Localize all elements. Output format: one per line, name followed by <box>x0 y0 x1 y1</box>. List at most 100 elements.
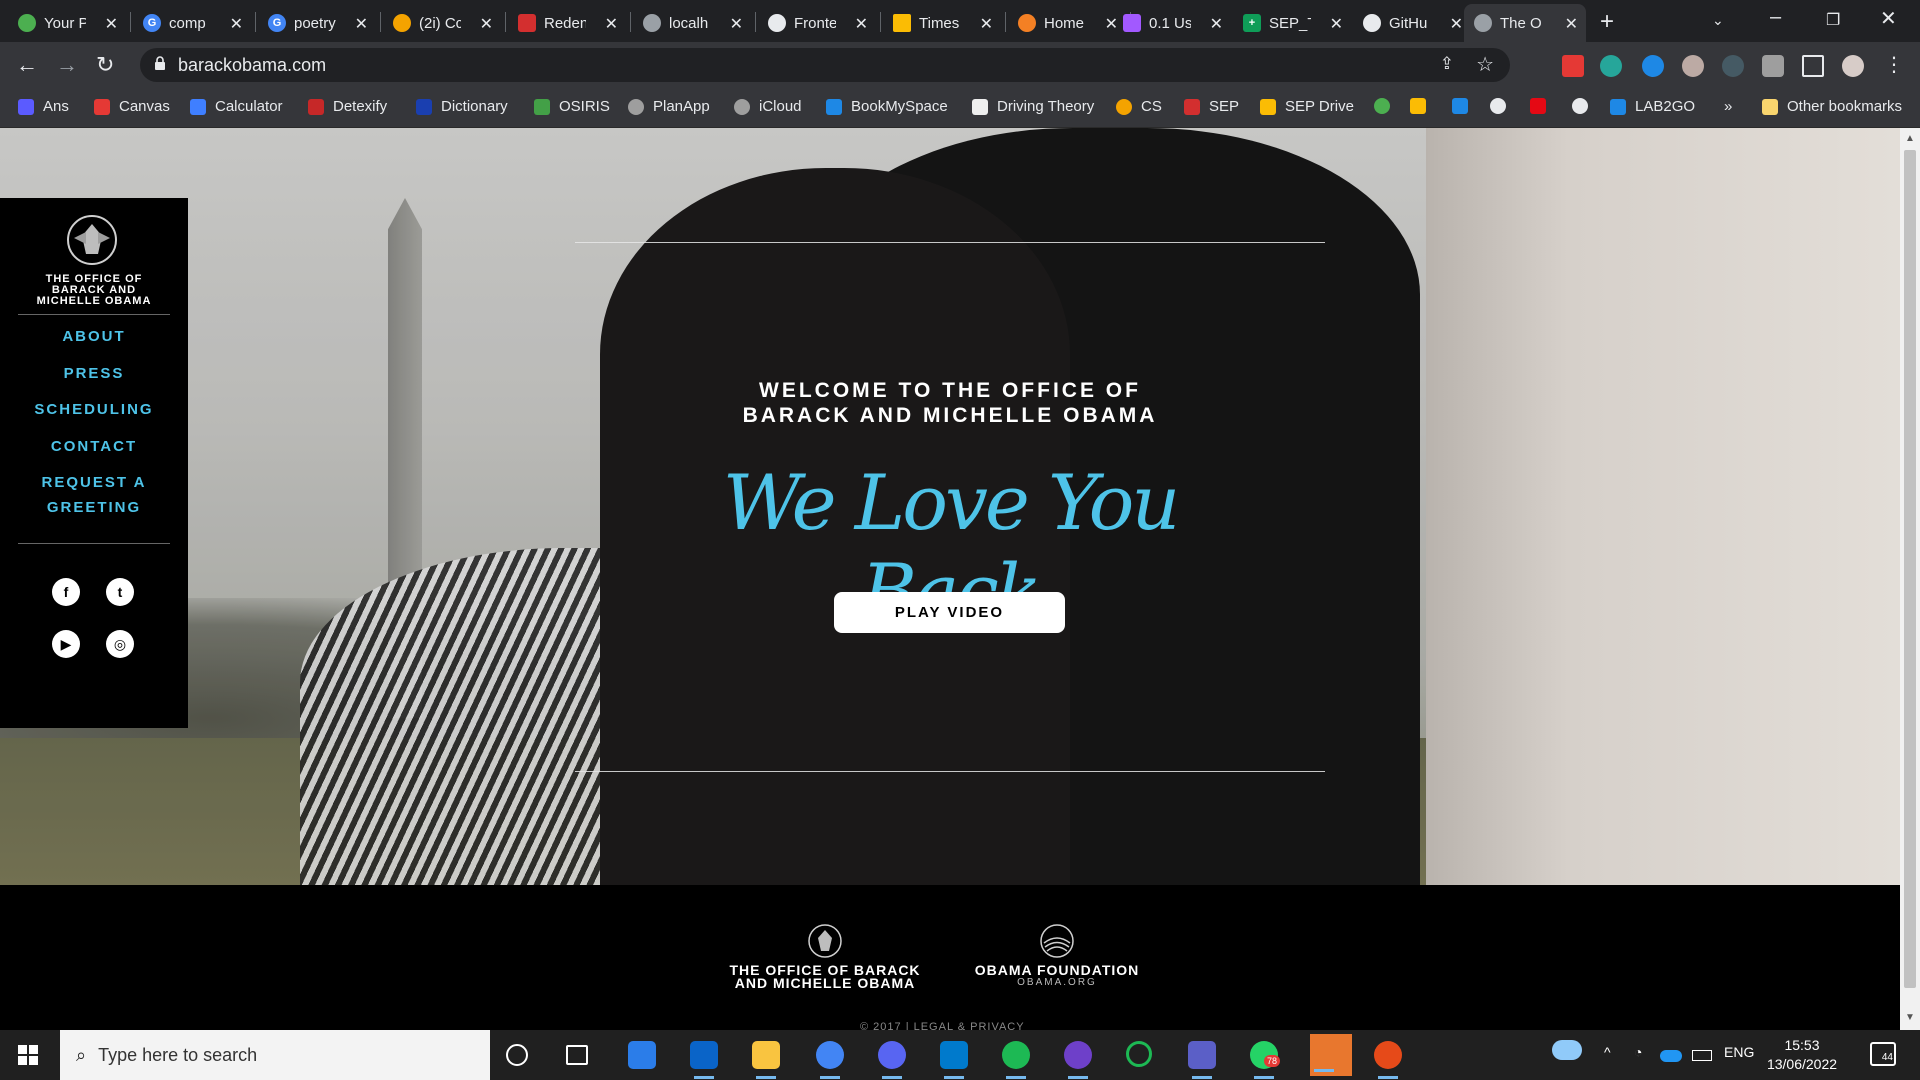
side-panel-icon[interactable] <box>1802 55 1824 77</box>
extension-tp-icon[interactable] <box>1562 55 1584 77</box>
tab-9[interactable]: Home ✕ <box>1008 4 1126 42</box>
tab-search-icon[interactable]: ⌄ <box>1712 12 1724 29</box>
bookmark-cs[interactable]: CS <box>1116 98 1162 115</box>
close-icon[interactable]: ✕ <box>1330 14 1343 34</box>
bookmark-driving-theory[interactable]: Driving Theory <box>972 98 1094 115</box>
tray-expand-icon[interactable]: ^ <box>1604 1044 1611 1060</box>
file-explorer-icon[interactable] <box>752 1041 780 1079</box>
bookmark-overflow[interactable]: » <box>1724 98 1732 115</box>
react-devtools-icon[interactable] <box>1722 55 1744 77</box>
minimize-icon[interactable]: – <box>1770 6 1781 29</box>
close-icon[interactable]: ✕ <box>1450 14 1463 34</box>
tab-10[interactable]: 0.1 Us ✕ <box>1113 4 1231 42</box>
bookmark-sep-drive[interactable]: SEP Drive <box>1260 98 1354 115</box>
nav-scheduling[interactable]: SCHEDULING <box>10 397 178 422</box>
bookmark-icon-only-1[interactable] <box>1374 98 1399 114</box>
copyright-links[interactable]: © 2017 | LEGAL & PRIVACY <box>860 1021 1025 1030</box>
spotify-icon[interactable] <box>1002 1041 1030 1079</box>
bookmark-star-icon[interactable]: ☆ <box>1476 52 1494 77</box>
tab-5[interactable]: Reden ✕ <box>508 4 626 42</box>
restore-icon[interactable]: ❐ <box>1826 10 1840 30</box>
youtube-icon[interactable]: ▶ <box>52 630 80 658</box>
scroll-down-icon[interactable]: ▼ <box>1905 1012 1915 1023</box>
address-bar[interactable]: barackobama.com ⇪ ☆ <box>140 48 1510 82</box>
nav-contact[interactable]: CONTACT <box>10 434 178 459</box>
bookmark-canvas[interactable]: Canvas <box>94 98 170 115</box>
language-indicator[interactable]: ENG <box>1724 1044 1754 1060</box>
reload-icon[interactable]: ↻ <box>96 52 114 78</box>
play-video-button[interactable]: PLAY VIDEO <box>834 592 1065 633</box>
scrollbar-thumb[interactable] <box>1904 150 1916 988</box>
extension-teal-icon[interactable] <box>1600 55 1622 77</box>
bookmark-dictionary[interactable]: Dictionary <box>416 98 508 115</box>
close-icon[interactable]: ✕ <box>855 14 868 34</box>
nav-press[interactable]: PRESS <box>10 361 178 386</box>
footer-office-logo[interactable]: THE OFFICE OF BARACK AND MICHELLE OBAMA <box>720 923 930 990</box>
extension-de-icon[interactable] <box>1642 55 1664 77</box>
presidential-seal-icon[interactable] <box>66 214 118 266</box>
tab-8[interactable]: Times ✕ <box>883 4 1001 42</box>
cloud-icon[interactable] <box>1660 1050 1682 1062</box>
bookmark-ans[interactable]: Ans <box>18 98 69 115</box>
bookmark-planapp[interactable]: PlanApp <box>628 98 710 115</box>
office-name[interactable]: THE OFFICE OF BARACK AND MICHELLE OBAMA <box>20 274 168 307</box>
wifi-icon[interactable]: ◔ <box>1634 1044 1642 1060</box>
close-icon[interactable]: ✕ <box>480 14 493 34</box>
taskbar-search[interactable]: ⌕ Type here to search <box>60 1030 490 1080</box>
windows-start-icon[interactable] <box>18 1045 38 1065</box>
whatsapp-icon[interactable]: 78 <box>1250 1041 1281 1079</box>
bookmark-calculator[interactable]: Calculator <box>190 98 283 115</box>
tab-6[interactable]: localh ✕ <box>633 4 751 42</box>
footer-foundation-logo[interactable]: OBAMA FOUNDATION OBAMA.ORG <box>962 923 1152 988</box>
calendar-app-icon[interactable] <box>628 1041 656 1069</box>
nav-request-greeting[interactable]: REQUEST A GREETING <box>10 470 178 520</box>
tab-active[interactable]: The O ✕ <box>1464 4 1586 42</box>
bookmark-lab2go[interactable]: LAB2GO <box>1610 98 1695 115</box>
tab-12[interactable]: GitHu ✕ <box>1353 4 1471 42</box>
bookmark-icon-only-6[interactable] <box>1572 98 1597 114</box>
discord-icon[interactable] <box>878 1041 906 1079</box>
tab-2[interactable]: Gcomp ✕ <box>133 4 251 42</box>
close-icon[interactable]: ✕ <box>730 14 743 34</box>
task-view-icon[interactable] <box>566 1045 588 1065</box>
back-arrow-icon[interactable]: ← <box>16 52 38 78</box>
new-tab-button[interactable]: + <box>1600 8 1614 36</box>
bookmark-icon-only-3[interactable] <box>1452 98 1477 114</box>
vscode-icon[interactable] <box>940 1041 968 1079</box>
avatar[interactable] <box>1842 55 1864 77</box>
extension-owl-icon[interactable] <box>1682 55 1704 77</box>
scroll-up-icon[interactable]: ▲ <box>1905 133 1915 144</box>
close-icon[interactable]: ✕ <box>105 14 118 34</box>
close-icon[interactable]: ✕ <box>1565 14 1578 34</box>
chrome-icon[interactable] <box>816 1041 844 1079</box>
bookmark-detexify[interactable]: Detexify <box>308 98 387 115</box>
facebook-icon[interactable]: f <box>52 578 80 606</box>
close-icon[interactable]: ✕ <box>980 14 993 34</box>
teams-icon[interactable] <box>1188 1041 1216 1079</box>
extensions-puzzle-icon[interactable] <box>1762 55 1784 77</box>
outlook-icon[interactable] <box>690 1041 718 1079</box>
close-icon[interactable]: ✕ <box>605 14 618 34</box>
menu-kebab-icon[interactable]: ⋮ <box>1884 52 1904 77</box>
close-icon[interactable]: ✕ <box>355 14 368 34</box>
postman-icon[interactable] <box>1374 1041 1402 1079</box>
bookmark-sep[interactable]: SEP <box>1184 98 1239 115</box>
loading-app-icon[interactable] <box>1126 1041 1152 1067</box>
tab-4[interactable]: (2i) Cc ✕ <box>383 4 501 42</box>
tab-7[interactable]: Fronte ✕ <box>758 4 876 42</box>
close-icon[interactable]: ✕ <box>230 14 243 34</box>
bookmark-icon-only-2[interactable] <box>1410 98 1435 114</box>
notification-center-icon[interactable]: 44 <box>1870 1042 1896 1066</box>
page-scrollbar[interactable]: ▲ ▼ <box>1900 128 1920 1030</box>
clock[interactable]: 15:53 13/06/2022 <box>1764 1036 1840 1074</box>
share-icon[interactable]: ⇪ <box>1440 54 1454 74</box>
bookmark-icon-only-5[interactable] <box>1530 98 1555 114</box>
bookmark-icon-only-4[interactable] <box>1490 98 1515 114</box>
github-desktop-icon[interactable] <box>1064 1041 1092 1079</box>
battery-icon[interactable] <box>1692 1050 1712 1061</box>
forward-arrow-icon[interactable]: → <box>56 52 78 78</box>
close-window-icon[interactable]: ✕ <box>1880 6 1897 31</box>
close-icon[interactable]: ✕ <box>1210 14 1223 34</box>
nav-about[interactable]: ABOUT <box>10 324 178 349</box>
tab-1[interactable]: Your P ✕ <box>8 4 126 42</box>
